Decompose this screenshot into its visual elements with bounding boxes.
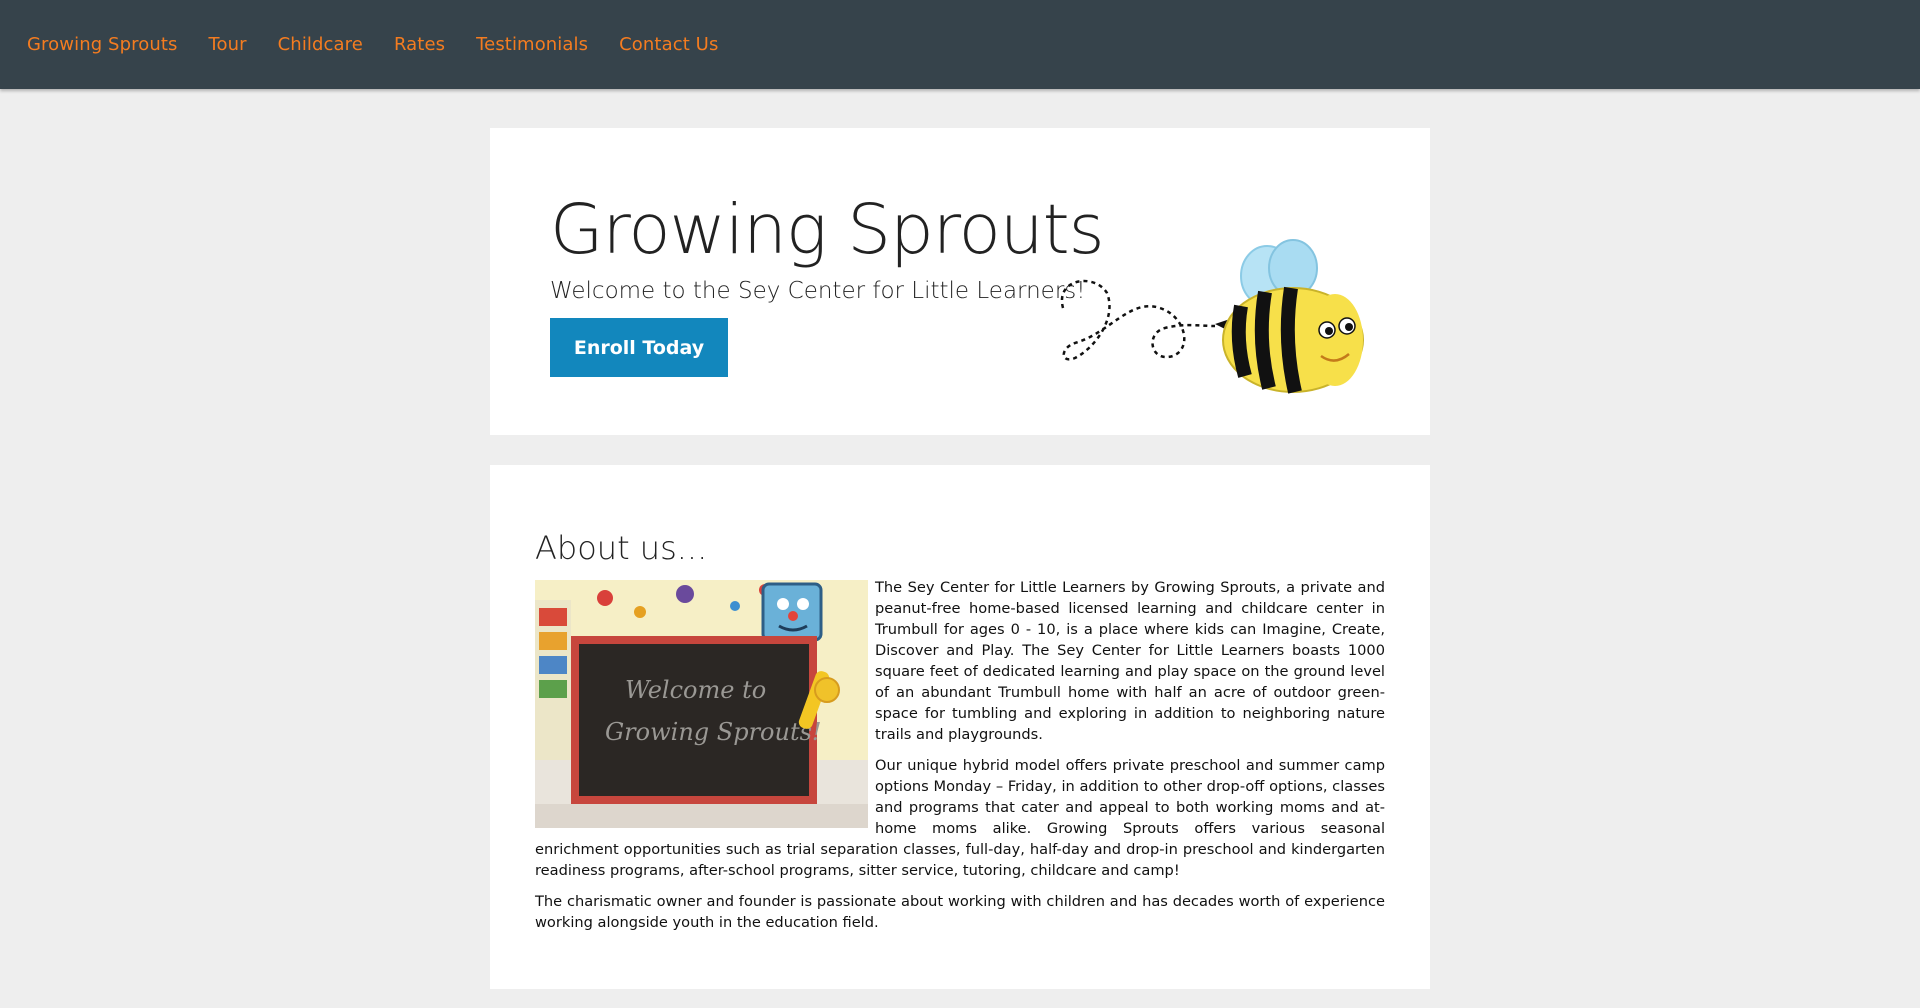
bee-illustration xyxy=(1060,239,1364,394)
about-paragraph-3: The charismatic owner and founder is pas… xyxy=(535,893,1385,931)
nav-link-testimonials[interactable]: Testimonials xyxy=(476,34,588,55)
nav-brand-link[interactable]: Growing Sprouts xyxy=(27,34,177,55)
top-navbar: Growing Sprouts Tour Childcare Rates Tes… xyxy=(0,0,1920,89)
chalkboard-text-line-2: Growing Sprouts! xyxy=(605,718,822,746)
nav-link-contact-us[interactable]: Contact Us xyxy=(619,34,718,55)
nav-link-childcare[interactable]: Childcare xyxy=(278,34,363,55)
chalkboard-text-line-1: Welcome to xyxy=(625,676,766,704)
hero-panel: Growing Sprouts Welcome to the Sey Cente… xyxy=(490,128,1430,435)
about-panel: About us... Welcome to Growing Sprouts! xyxy=(490,465,1430,989)
enroll-today-button[interactable]: Enroll Today xyxy=(550,318,728,377)
hero-title: Growing Sprouts xyxy=(550,190,1105,270)
about-title: About us... xyxy=(535,529,708,567)
classroom-chalkboard-image: Welcome to Growing Sprouts! xyxy=(535,580,868,828)
hero-subtitle: Welcome to the Sey Center for Little Lea… xyxy=(550,278,1086,304)
nav-link-tour[interactable]: Tour xyxy=(208,34,246,55)
nav-link-rates[interactable]: Rates xyxy=(394,34,445,55)
about-body: Welcome to Growing Sprouts! The Sey Cent… xyxy=(535,577,1385,943)
